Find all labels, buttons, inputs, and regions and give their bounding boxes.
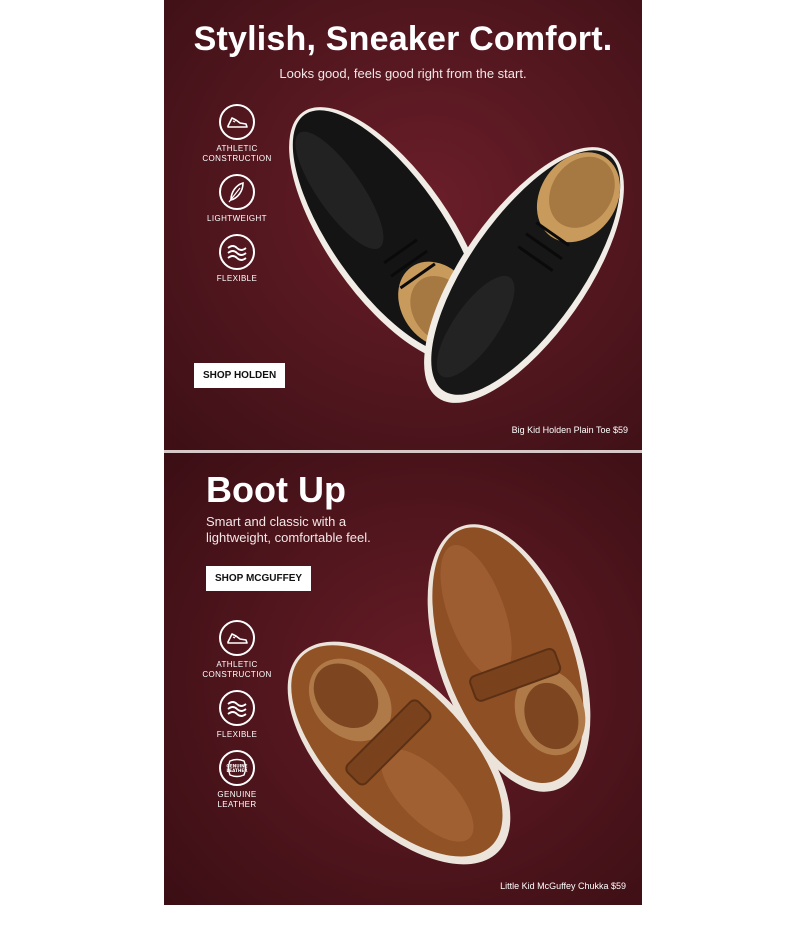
- feature-flexible: FLEXIBLE: [197, 690, 277, 740]
- feature-label: LIGHTWEIGHT: [207, 214, 267, 223]
- shop-holden-button[interactable]: SHOP HOLDEN: [194, 363, 286, 388]
- feature-list: ATHLETIC CONSTRUCTION FLEXIBLE GENUINE LE…: [197, 620, 277, 820]
- genuine-leather-icon: GENUINE LEATHER: [219, 750, 255, 786]
- feature-label: FLEXIBLE: [216, 274, 258, 283]
- feature-lightweight: LIGHTWEIGHT: [197, 174, 277, 224]
- promo-banner-mcguffey: Boot Up Smart and classic with a lightwe…: [164, 453, 642, 905]
- wave-icon: [219, 234, 255, 270]
- feature-athletic-construction: ATHLETIC CONSTRUCTION: [197, 104, 277, 164]
- sneaker-icon: [219, 104, 255, 140]
- feature-athletic-construction: ATHLETIC CONSTRUCTION: [197, 620, 277, 680]
- svg-text:LEATHER: LEATHER: [227, 768, 249, 773]
- feature-label: ATHLETIC CONSTRUCTION: [202, 660, 272, 679]
- headline: Stylish, Sneaker Comfort.: [193, 20, 613, 58]
- feature-label: ATHLETIC CONSTRUCTION: [202, 144, 272, 163]
- feature-label: FLEXIBLE: [216, 730, 258, 739]
- promo-banner-holden: Stylish, Sneaker Comfort. Looks good, fe…: [164, 0, 642, 450]
- wave-icon: [219, 690, 255, 726]
- subheadline: Looks good, feels good right from the st…: [279, 66, 527, 81]
- feather-icon: [219, 174, 255, 210]
- feature-flexible: FLEXIBLE: [197, 234, 277, 284]
- subheadline: Smart and classic with a lightweight, co…: [206, 514, 371, 545]
- feature-list: ATHLETIC CONSTRUCTION LIGHTWEIGHT FLEXIB…: [197, 104, 277, 294]
- sneaker-icon: [219, 620, 255, 656]
- shop-mcguffey-button[interactable]: SHOP MCGUFFEY: [206, 566, 312, 591]
- feature-genuine-leather: GENUINE LEATHER GENUINE LEATHER: [197, 750, 277, 810]
- product-caption: Big Kid Holden Plain Toe $59: [511, 425, 628, 435]
- feature-label: GENUINE LEATHER: [217, 790, 257, 809]
- product-caption: Little Kid McGuffey Chukka $59: [500, 881, 626, 891]
- headline: Boot Up: [206, 469, 346, 510]
